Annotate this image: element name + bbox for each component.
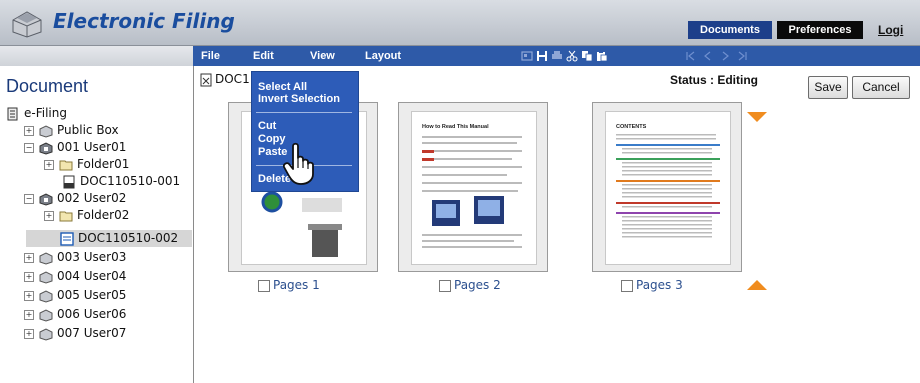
user-box-icon	[39, 327, 53, 341]
login-link[interactable]: Logi	[878, 21, 903, 39]
tree-label: 006 User06	[57, 307, 127, 321]
menu-edit[interactable]: Edit	[253, 46, 274, 66]
left-pane-toolbar	[0, 46, 193, 67]
tree-item-public-box[interactable]: + Public Box	[24, 122, 119, 139]
page-preview: How to Read This Manual	[411, 111, 537, 265]
expand-icon[interactable]: +	[24, 328, 34, 339]
user-box-icon	[39, 308, 53, 322]
folder-icon	[59, 160, 73, 170]
tree-item-user01[interactable]: − 001 User01	[24, 139, 126, 156]
efiling-icon	[7, 107, 18, 120]
page-thumbnail-3[interactable]: CONTENTS	[592, 102, 742, 272]
tree-item-user04[interactable]: +004 User04	[24, 268, 126, 285]
tab-documents[interactable]: Documents	[688, 21, 772, 39]
tree-item-doc002[interactable]: DOC110510-002	[26, 230, 192, 247]
expand-icon[interactable]: +	[24, 271, 34, 282]
page-checkbox[interactable]	[258, 279, 270, 292]
tree-item-user05[interactable]: +005 User05	[24, 287, 126, 304]
page-preview: CONTENTS	[605, 111, 731, 265]
move-down-icon[interactable]	[746, 111, 768, 123]
tree-label: DOC110510-002	[78, 231, 179, 245]
collapse-icon[interactable]: −	[24, 193, 34, 204]
tree-label: Public Box	[57, 123, 119, 137]
cut-icon[interactable]	[566, 50, 578, 62]
menu-copy[interactable]: Copy	[258, 133, 286, 146]
expand-icon[interactable]: +	[24, 252, 34, 263]
document-open-icon	[60, 231, 74, 246]
page-thumbnail-2[interactable]: How to Read This Manual	[398, 102, 548, 272]
save-icon[interactable]	[536, 50, 548, 62]
expand-icon[interactable]: +	[24, 290, 34, 301]
expand-icon[interactable]: +	[44, 159, 54, 170]
save-button[interactable]: Save	[808, 76, 848, 99]
public-box-icon	[39, 124, 53, 138]
hand-cursor-icon	[283, 142, 314, 185]
tree-label: Folder02	[77, 208, 130, 222]
user-box-icon	[39, 192, 53, 206]
tree-label: 001 User01	[57, 140, 127, 154]
expand-icon[interactable]: +	[44, 210, 54, 221]
page-heading: CONTENTS	[616, 124, 647, 130]
tree-item-folder01[interactable]: + Folder01	[44, 156, 129, 173]
last-page-icon[interactable]	[736, 50, 748, 62]
collapse-icon[interactable]: −	[24, 142, 34, 153]
tree-item-user03[interactable]: +003 User03	[24, 249, 126, 266]
cancel-button[interactable]: Cancel	[852, 76, 910, 99]
tree-label: 002 User02	[57, 191, 127, 205]
user-box-icon	[39, 141, 53, 155]
tree-label: Folder01	[77, 157, 130, 171]
user-box-icon	[39, 270, 53, 284]
tab-preferences[interactable]: Preferences	[777, 21, 863, 39]
tree-item-user06[interactable]: +006 User06	[24, 306, 126, 323]
tree-item-folder02[interactable]: + Folder02	[44, 207, 129, 224]
prev-page-icon[interactable]	[702, 50, 714, 62]
page-label-2[interactable]: Pages 2	[439, 278, 501, 292]
menubar: File Edit View Layout	[193, 46, 920, 66]
thumbnail-view-icon[interactable]	[521, 50, 533, 62]
move-up-icon[interactable]	[746, 279, 768, 291]
tree-label: 007 User07	[57, 326, 127, 340]
print-icon[interactable]	[551, 50, 563, 62]
document-icon	[200, 73, 212, 87]
user-box-icon	[39, 251, 53, 265]
pane-title: Document	[6, 76, 89, 96]
folder-icon	[59, 211, 73, 221]
copy-icon[interactable]	[581, 50, 593, 62]
page-label-3[interactable]: Pages 3	[621, 278, 683, 292]
menu-invert-selection[interactable]: Invert Selection	[258, 93, 340, 106]
menu-cut[interactable]: Cut	[258, 120, 276, 133]
app-title: Electronic Filing	[53, 9, 235, 33]
page-checkbox[interactable]	[439, 279, 451, 292]
document-icon	[63, 175, 75, 188]
page-heading: How to Read This Manual	[422, 124, 489, 130]
tree-item-user07[interactable]: +007 User07	[24, 325, 126, 342]
tree-label: DOC110510-001	[80, 174, 181, 188]
tree-item-user02[interactable]: − 002 User02	[24, 190, 126, 207]
page-3-graphic	[616, 134, 720, 238]
menu-separator	[256, 112, 352, 113]
menu-layout[interactable]: Layout	[365, 46, 401, 66]
tree-label: e-Filing	[24, 106, 67, 120]
tree-label: 005 User05	[57, 288, 127, 302]
expand-icon[interactable]: +	[24, 125, 34, 136]
document-name: DOC1	[215, 72, 250, 86]
tree-label: 003 User03	[57, 250, 127, 264]
menu-view[interactable]: View	[310, 46, 335, 66]
menu-file[interactable]: File	[201, 46, 220, 66]
logo-icon	[12, 11, 42, 38]
tree-item-efiling[interactable]: e-Filing	[6, 105, 67, 122]
page-2-graphic	[422, 136, 522, 248]
first-page-icon[interactable]	[685, 50, 697, 62]
page-checkbox[interactable]	[621, 279, 633, 292]
expand-icon[interactable]: +	[24, 309, 34, 320]
next-page-icon[interactable]	[719, 50, 731, 62]
page-label-1[interactable]: Pages 1	[258, 278, 320, 292]
paste-icon[interactable]	[596, 50, 608, 62]
status-text: Status : Editing	[670, 73, 758, 87]
user-box-icon	[39, 289, 53, 303]
app-header: Electronic Filing Documents Preferences …	[0, 0, 920, 46]
tree-item-doc001[interactable]: DOC110510-001	[62, 173, 180, 190]
tree-label: 004 User04	[57, 269, 127, 283]
